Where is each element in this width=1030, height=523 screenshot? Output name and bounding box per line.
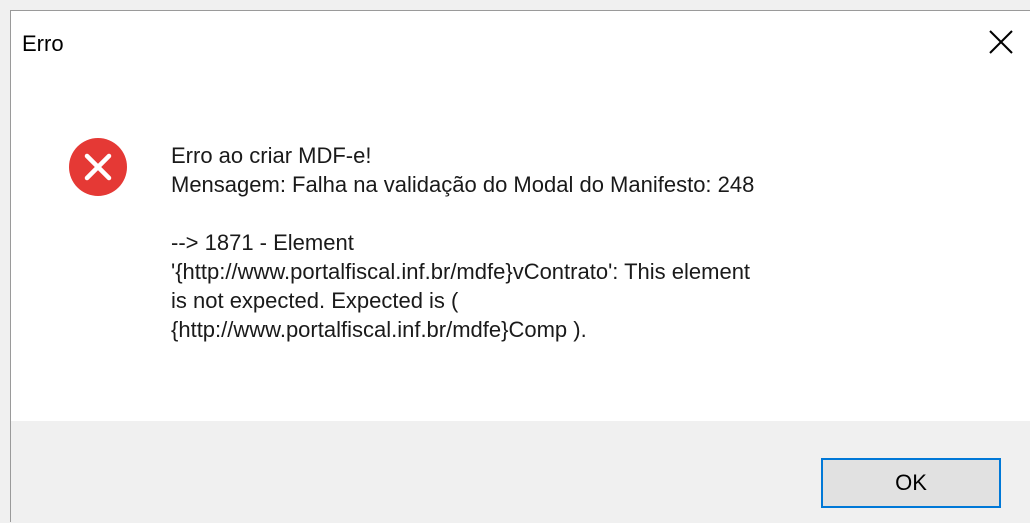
- error-icon: [69, 138, 127, 196]
- message-error-line-2: is not expected. Expected is (: [171, 288, 459, 313]
- message-error-line-1: '{http://www.portalfiscal.inf.br/mdfe}vC…: [171, 259, 751, 284]
- title-bar: Erro: [11, 11, 1030, 79]
- error-dialog: Erro Erro ao criar MDF-e! Mensagem: Falh…: [10, 10, 1030, 523]
- message-error-line-3: {http://www.portalfiscal.inf.br/mdfe}Com…: [171, 317, 587, 342]
- close-button[interactable]: [970, 11, 1030, 71]
- message-detail: Mensagem: Falha na validação do Modal do…: [171, 172, 755, 197]
- message-spacer: [171, 199, 991, 228]
- close-icon: [989, 30, 1013, 54]
- error-message: Erro ao criar MDF-e! Mensagem: Falha na …: [171, 141, 991, 344]
- button-footer: OK: [11, 421, 1030, 523]
- message-error-code: --> 1871 - Element: [171, 230, 354, 255]
- ok-button[interactable]: OK: [821, 458, 1001, 508]
- window-title: Erro: [22, 31, 64, 56]
- message-title: Erro ao criar MDF-e!: [171, 143, 372, 168]
